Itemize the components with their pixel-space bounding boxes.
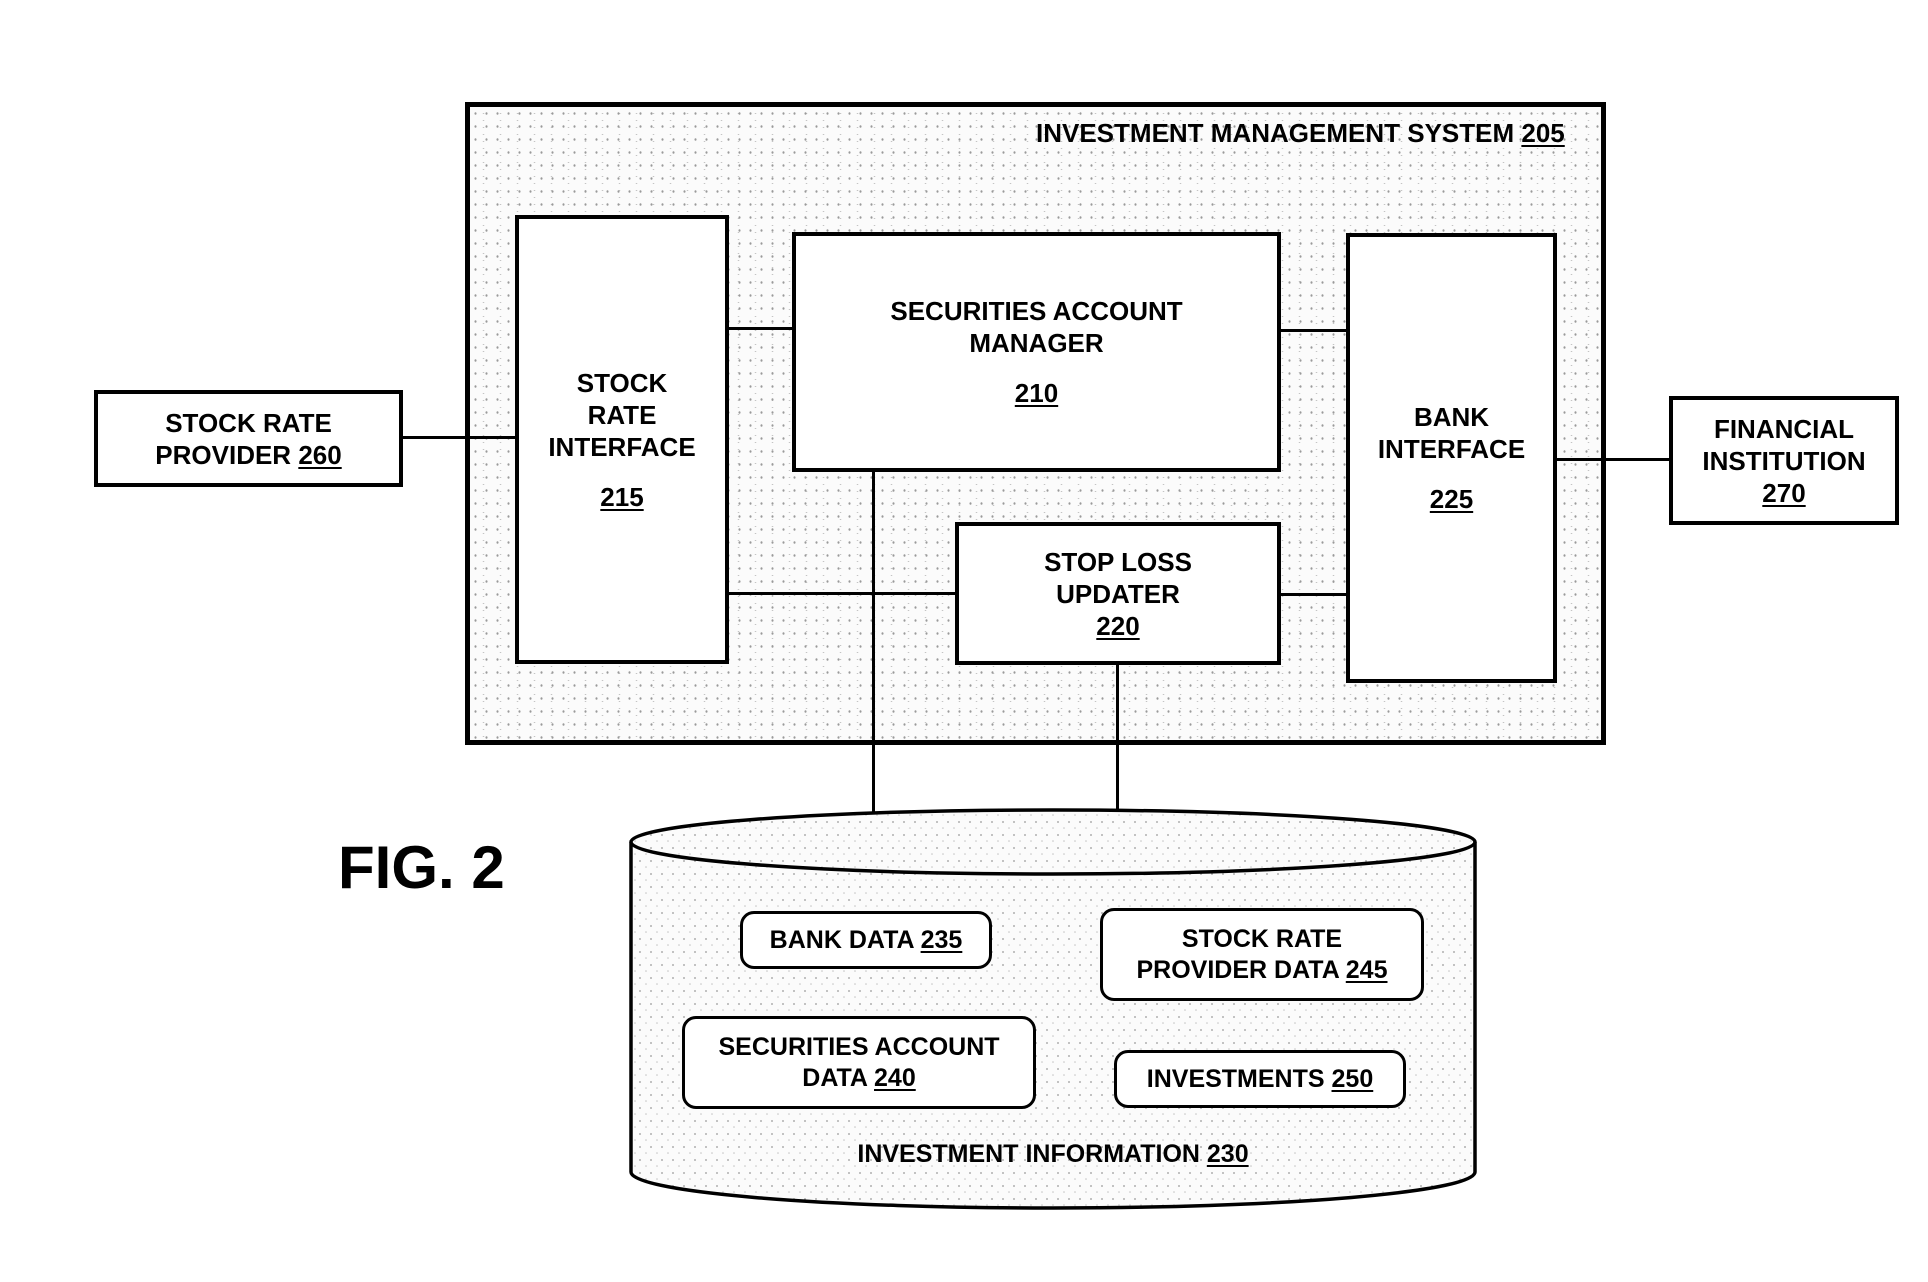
stock-rate-provider-data-line1: STOCK RATE [1181,924,1343,953]
securities-account-data-ref: 240 [874,1063,916,1092]
securities-account-data-line2-wrap: DATA 240 [802,1063,915,1094]
database-top [629,808,1477,876]
investments-label: INVESTMENTS [1146,1064,1325,1093]
investment-information-name: INVESTMENT INFORMATION [857,1140,1200,1168]
investments-label-wrap: INVESTMENTS 250 [1147,1064,1373,1095]
investments-ref: 250 [1331,1064,1374,1093]
securities-account-data-line1: SECURITIES ACCOUNT [718,1032,1000,1061]
bank-data-ref: 235 [920,925,963,954]
stock-rate-provider-data-line2-wrap: PROVIDER DATA 245 [1137,955,1388,986]
investment-information-ref: 230 [1206,1140,1249,1168]
investments-box: INVESTMENTS 250 [1114,1050,1406,1108]
stock-rate-provider-data-box: STOCK RATE PROVIDER DATA 245 [1100,908,1424,1001]
bank-data-label: BANK DATA [769,925,914,954]
stock-rate-provider-data-line2: PROVIDER DATA [1136,955,1339,984]
stock-rate-provider-data-ref: 245 [1345,955,1388,984]
securities-account-data-line2: DATA [802,1063,868,1092]
bank-data-label-wrap: BANK DATA 235 [770,925,963,956]
bank-data-box: BANK DATA 235 [740,911,992,969]
investment-information-label: INVESTMENT INFORMATION 230 [630,1140,1476,1169]
securities-account-data-box: SECURITIES ACCOUNT DATA 240 [682,1016,1036,1109]
